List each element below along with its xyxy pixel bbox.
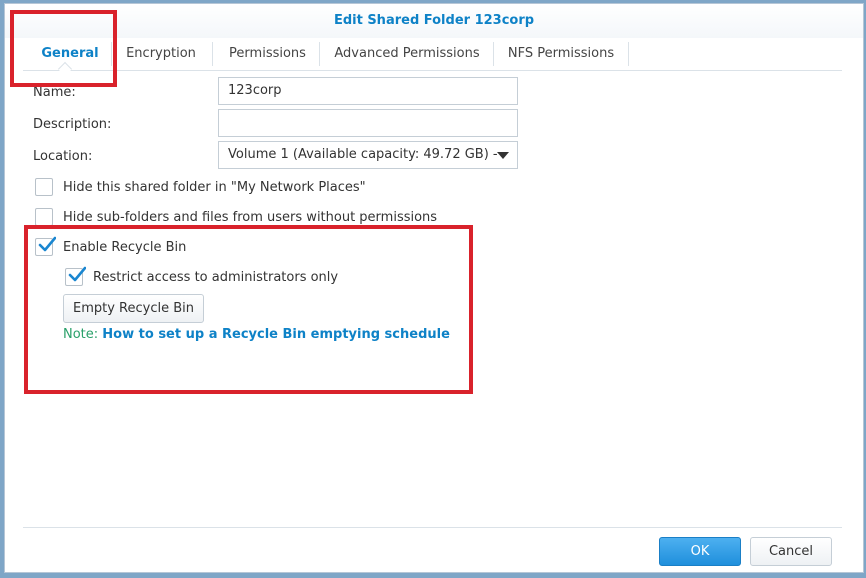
tab-nfs-permissions[interactable]: NFS Permissions <box>497 38 625 70</box>
tab-encryption[interactable]: Encryption <box>115 38 207 70</box>
cancel-button[interactable]: Cancel <box>750 537 832 566</box>
hide-folder-label: Hide this shared folder in "My Network P… <box>63 180 366 195</box>
chevron-down-icon[interactable] <box>497 152 509 159</box>
location-label: Location: <box>33 149 93 164</box>
dialog-title: Edit Shared Folder 123corp <box>333 13 535 28</box>
hide-folder-checkbox[interactable] <box>35 178 53 196</box>
tab-permissions[interactable]: Permissions <box>216 38 319 70</box>
description-input[interactable] <box>218 109 518 137</box>
description-label: Description: <box>33 117 112 132</box>
hide-subfolders-checkbox[interactable] <box>35 208 53 226</box>
ok-button[interactable]: OK <box>659 537 741 566</box>
tab-divider <box>628 42 629 66</box>
footer-divider <box>23 527 842 528</box>
location-select[interactable]: Volume 1 (Available capacity: 49.72 GB) … <box>218 141 518 169</box>
name-label: Name: <box>33 85 76 100</box>
tab-divider <box>319 42 320 66</box>
recycle-bin-highlight <box>24 225 473 394</box>
general-tab-highlight <box>10 10 117 87</box>
tab-divider <box>493 42 494 66</box>
location-select-value: Volume 1 (Available capacity: 49.72 GB) … <box>228 147 498 162</box>
dialog-title-bar[interactable]: Edit Shared Folder 123corp <box>5 4 863 38</box>
tab-divider <box>212 42 213 66</box>
hide-subfolders-label: Hide sub-folders and files from users wi… <box>63 210 438 225</box>
name-input[interactable]: 123corp <box>218 77 518 105</box>
tab-bar: General Encryption Permissions Advanced … <box>23 38 842 71</box>
tab-advanced-permissions[interactable]: Advanced Permissions <box>323 38 491 70</box>
